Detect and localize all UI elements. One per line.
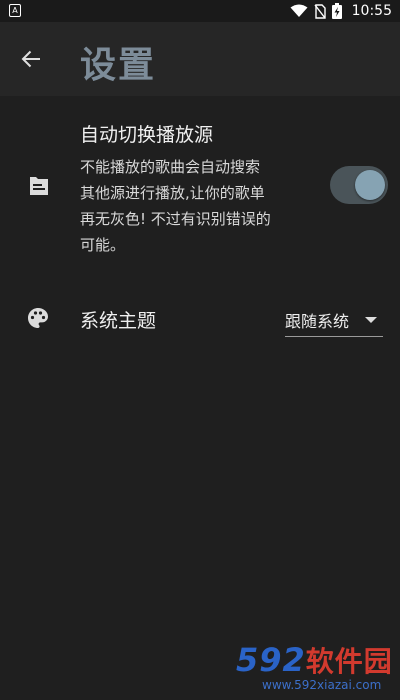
auto-switch-description: 不能播放的歌曲会自动搜索 其他源进行播放,让你的歌单 再无灰色! 不过有识别错误…: [80, 154, 300, 258]
dropdown-arrow-icon: [365, 317, 377, 323]
toggle-knob: [355, 170, 385, 200]
watermark: 592软件园 www.592xiazai.com: [236, 640, 396, 696]
auto-switch-title: 自动切换播放源: [80, 124, 214, 146]
app-bar: 设置: [0, 22, 400, 96]
setting-system-theme: 系统主题 跟随系统: [0, 296, 400, 346]
status-bar: A 10:55: [0, 0, 400, 22]
back-button[interactable]: [12, 40, 50, 78]
theme-dropdown[interactable]: 跟随系统: [285, 302, 383, 337]
wifi-icon: [290, 4, 308, 17]
setting-auto-switch-source[interactable]: 自动切换播放源 不能播放的歌曲会自动搜索 其他源进行播放,让你的歌单 再无灰色!…: [0, 110, 400, 260]
description-line: 可能。: [80, 236, 126, 254]
app-notification-icon: A: [9, 4, 21, 17]
description-line: 不能播放的歌曲会自动搜索: [80, 158, 261, 176]
theme-selected-value: 跟随系统: [285, 312, 350, 331]
watermark-logo-number: 592: [236, 641, 306, 679]
description-line: 再无灰色! 不过有识别错误的: [80, 210, 271, 228]
status-time: 10:55: [351, 3, 392, 19]
status-icons: 10:55: [290, 2, 392, 20]
description-line: 其他源进行播放,让你的歌单: [80, 184, 265, 202]
auto-switch-toggle[interactable]: [330, 166, 388, 204]
page-title: 设置: [80, 45, 157, 86]
watermark-logo-text: 软件园: [305, 645, 393, 678]
battery-charging-icon: [331, 3, 342, 19]
arrow-left-icon: [21, 50, 40, 68]
theme-label: 系统主题: [80, 310, 157, 332]
palette-icon: [28, 308, 48, 328]
no-sim-icon: [314, 3, 326, 19]
document-icon: [30, 177, 48, 195]
watermark-url: www.592xiazai.com: [262, 678, 382, 692]
watermark-logo: 592软件园: [236, 640, 393, 680]
